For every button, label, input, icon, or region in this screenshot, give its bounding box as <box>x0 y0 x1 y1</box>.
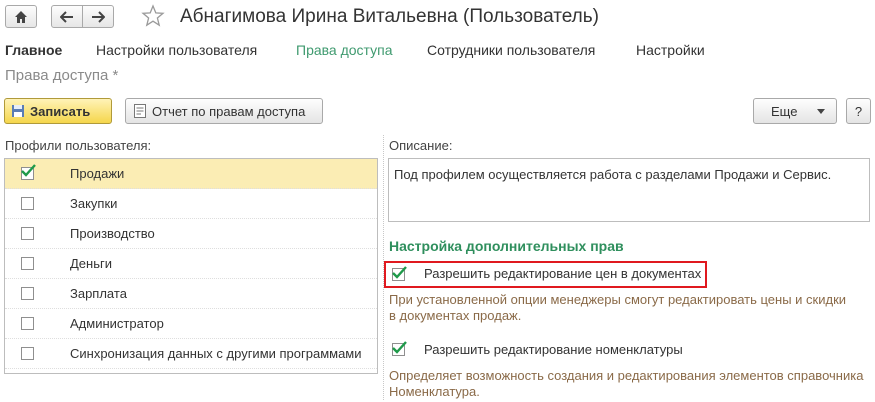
profile-checkbox[interactable] <box>21 227 34 240</box>
description-field[interactable]: Под профилем осуществляется работа с раз… <box>388 158 870 222</box>
home-button[interactable] <box>5 5 37 28</box>
description-label: Описание: <box>389 138 453 153</box>
edit-nomenclature-hint-2: Номенклатура. <box>389 384 480 399</box>
tab-settings[interactable]: Настройки <box>636 42 705 58</box>
edit-nomenclature-label[interactable]: Разрешить редактирование номенклатуры <box>424 342 683 357</box>
profile-row-sales[interactable]: Продажи <box>5 159 377 189</box>
profile-row-production[interactable]: Производство <box>5 219 377 249</box>
profile-label: Деньги <box>70 256 112 271</box>
profile-label: Синхронизация данных с другими программа… <box>70 346 362 361</box>
favorite-button[interactable] <box>141 4 165 31</box>
tab-access-rights[interactable]: Права доступа <box>296 42 392 58</box>
profile-label: Закупки <box>70 196 118 211</box>
edit-prices-hint-1: При установленной опции менеджеры смогут… <box>389 292 847 307</box>
edit-prices-hint-2: в документах продаж. <box>389 308 522 323</box>
chevron-down-icon <box>817 108 826 114</box>
tab-user-settings[interactable]: Настройки пользователя <box>96 42 257 58</box>
report-icon <box>134 104 146 118</box>
checkmark-icon <box>392 266 407 279</box>
more-button[interactable]: Еще <box>753 98 837 124</box>
profile-label: Администратор <box>70 316 164 331</box>
checkmark-icon <box>21 164 36 177</box>
access-report-button[interactable]: Отчет по правам доступа <box>125 98 323 124</box>
back-button[interactable] <box>51 5 83 28</box>
profile-checkbox[interactable] <box>21 257 34 270</box>
save-button[interactable]: Записать <box>4 98 112 124</box>
profile-checkbox[interactable] <box>21 287 34 300</box>
profile-checkbox[interactable] <box>21 197 34 210</box>
profile-row-purchases[interactable]: Закупки <box>5 189 377 219</box>
profile-label: Зарплата <box>70 286 127 301</box>
home-icon <box>15 10 27 23</box>
window-title: Абнагимова Ирина Витальевна (Пользовател… <box>180 6 599 27</box>
help-button-label: ? <box>854 103 863 119</box>
star-icon <box>141 4 165 27</box>
profile-row-money[interactable]: Деньги <box>5 249 377 279</box>
save-button-label: Записать <box>30 103 91 119</box>
tab-user-employees[interactable]: Сотрудники пользователя <box>427 42 595 58</box>
arrow-right-icon <box>92 10 105 23</box>
forward-button[interactable] <box>82 5 114 28</box>
extra-rights-title: Настройка дополнительных прав <box>389 238 624 254</box>
edit-nomenclature-hint-1: Определяет возможность создания и редакт… <box>389 368 864 383</box>
profile-checkbox[interactable] <box>21 317 34 330</box>
tab-main[interactable]: Главное <box>5 42 62 58</box>
help-button[interactable]: ? <box>846 98 871 124</box>
more-button-label: Еще <box>771 103 798 119</box>
save-icon <box>12 105 24 117</box>
profile-checkbox[interactable] <box>21 347 34 360</box>
profile-row-sync[interactable]: Синхронизация данных с другими программа… <box>5 339 377 369</box>
access-report-label: Отчет по правам доступа <box>152 103 306 119</box>
profiles-list: Продажи Закупки Производство Деньги Зарп… <box>4 158 378 374</box>
checkmark-icon <box>392 341 407 354</box>
profile-row-admin[interactable]: Администратор <box>5 309 377 339</box>
profiles-label: Профили пользователя: <box>5 138 152 153</box>
edit-prices-label[interactable]: Разрешить редактирование цен в документа… <box>424 266 701 281</box>
arrow-left-icon <box>60 10 73 23</box>
profile-row-salary[interactable]: Зарплата <box>5 279 377 309</box>
page-subtitle: Права доступа * <box>5 67 119 84</box>
profile-label: Продажи <box>70 166 125 181</box>
profile-label: Производство <box>70 226 155 241</box>
